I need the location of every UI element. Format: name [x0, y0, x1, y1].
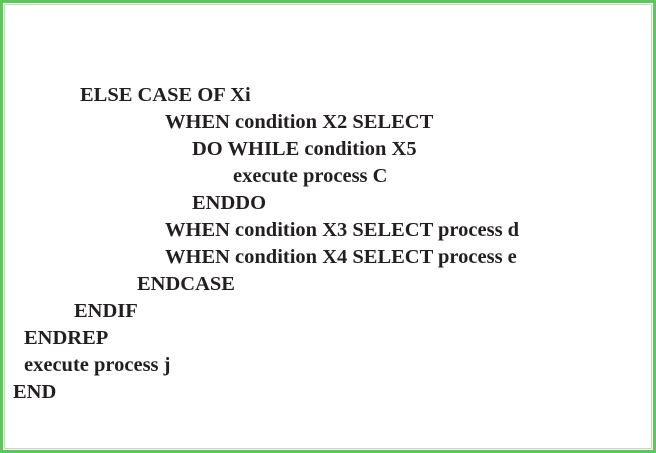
code-line-do-while: DO WHILE condition X5	[192, 138, 417, 160]
code-line-else-case: ELSE CASE OF Xi	[80, 84, 251, 106]
code-line-when-x4: WHEN condition X4 SELECT process e	[165, 246, 517, 268]
code-line-enddo: ENDDO	[192, 192, 267, 214]
code-line-endrep: ENDREP	[24, 327, 109, 349]
code-line-execute-j: execute process j	[24, 354, 171, 376]
code-figure-frame: ELSE CASE OF Xi WHEN condition X2 SELECT…	[0, 0, 656, 453]
code-line-when-x3: WHEN condition X3 SELECT process d	[165, 219, 520, 241]
code-line-execute-c: execute process C	[233, 165, 388, 187]
code-line-endcase: ENDCASE	[137, 273, 235, 295]
code-line-when-x2: WHEN condition X2 SELECT	[165, 111, 434, 133]
pseudocode-block: ELSE CASE OF Xi WHEN condition X2 SELECT…	[3, 3, 653, 450]
code-line-end: END	[13, 381, 57, 403]
code-line-endif: ENDIF	[74, 300, 138, 322]
